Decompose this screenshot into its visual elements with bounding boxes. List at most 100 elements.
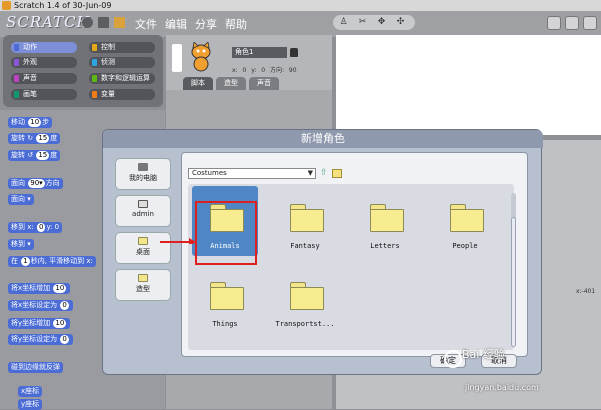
new-sprite-dialog: 新增角色 我的电脑 admin 桌面 造型 Costumes ▼ ⇧ Anima…: [102, 129, 543, 375]
menu-help[interactable]: 帮助: [225, 16, 247, 32]
path-dropdown[interactable]: Costumes ▼: [188, 168, 316, 179]
folder-label: Things: [212, 320, 238, 328]
block-change-x[interactable]: 将x坐标增加 10: [8, 283, 71, 294]
sprite-cat-icon: [191, 42, 211, 72]
folder-transportation[interactable]: Transportst...: [272, 264, 338, 334]
block-move[interactable]: 移动 10 步: [8, 117, 53, 128]
sprite-toolbar: ♙ ✂ ✥ ✣: [333, 15, 415, 30]
category-label: 变量: [101, 90, 115, 98]
category-pen[interactable]: 画笔: [11, 89, 77, 100]
scratch-app-icon: [2, 1, 11, 10]
chevron-down-icon: ▼: [307, 169, 313, 177]
folder-label: Transportst...: [275, 320, 335, 328]
file-scrollbar[interactable]: [511, 193, 516, 347]
block-x-position[interactable]: x座标: [18, 386, 43, 397]
new-folder-icon[interactable]: [332, 169, 342, 178]
share-icon[interactable]: [114, 17, 125, 28]
menu-edit[interactable]: 编辑: [165, 16, 187, 32]
window-titlebar: Scratch 1.4 of 30-Jun-09: [0, 0, 601, 11]
category-looks[interactable]: 外观: [11, 57, 77, 68]
tab-sounds[interactable]: 声音: [249, 77, 279, 90]
place-label: 我的电脑: [129, 174, 157, 182]
block-glide[interactable]: 在 1 秒内, 平滑移动到 x:: [8, 256, 96, 267]
pen-swatch-icon: [14, 91, 19, 98]
folder-icon: [210, 282, 244, 310]
block-change-y[interactable]: 将y坐标增加 10: [8, 318, 71, 329]
window-title: Scratch 1.4 of 30-Jun-09: [14, 1, 112, 10]
folder-icon: [290, 204, 324, 232]
operators-swatch-icon: [92, 75, 97, 82]
place-label: admin: [132, 210, 154, 218]
block-set-y[interactable]: 将y坐标设定为 0: [8, 334, 73, 345]
folder-icon: [290, 282, 324, 310]
motion-swatch-icon: [14, 44, 19, 51]
category-control[interactable]: 控制: [89, 42, 155, 53]
stage[interactable]: [336, 35, 601, 135]
folder-label: Fantasy: [290, 242, 320, 250]
folder-icon: [370, 204, 404, 232]
tab-costumes[interactable]: 造型: [216, 77, 246, 90]
block-point-towards[interactable]: 面向 ▾: [8, 194, 34, 205]
computer-icon: [138, 163, 148, 171]
baidu-paw-icon: [444, 350, 462, 368]
place-computer[interactable]: 我的电脑: [115, 158, 171, 190]
highlight-box: [195, 201, 257, 265]
sprite-name-field[interactable]: 角色1: [232, 47, 287, 58]
home-icon: [138, 200, 148, 208]
category-variables[interactable]: 变量: [89, 89, 155, 100]
folder-fantasy[interactable]: Fantasy: [272, 186, 338, 256]
category-sound[interactable]: 声音: [11, 73, 77, 84]
category-label: 外观: [23, 58, 37, 66]
watermark-url: jingyan.baidu.com: [465, 383, 539, 392]
block-point-direction[interactable]: 面向 90▾ 方向: [8, 178, 63, 189]
menu-share[interactable]: 分享: [195, 16, 217, 32]
folder-icon: [138, 237, 148, 245]
looks-swatch-icon: [14, 59, 19, 66]
block-set-x[interactable]: 将x坐标设定为 0: [8, 300, 73, 311]
block-y-position[interactable]: y座标: [18, 399, 43, 410]
mouse-xy-readout: x:-401: [576, 288, 596, 295]
block-go-to-xy[interactable]: 移到 x: 0 y: 0: [8, 222, 63, 233]
category-label: 动作: [23, 43, 37, 51]
folder-things[interactable]: Things: [192, 264, 258, 334]
watermark-text: Bai 经验: [462, 348, 505, 361]
stamp-icon[interactable]: ♙: [338, 17, 349, 28]
sprite-coords: x: 0 y: 0 方向: 90: [232, 67, 297, 74]
scissors-icon[interactable]: ✂: [357, 17, 368, 28]
block-go-to[interactable]: 移到 ▾: [8, 239, 34, 250]
sound-swatch-icon: [14, 75, 19, 82]
control-swatch-icon: [92, 44, 97, 51]
sensing-swatch-icon: [92, 59, 97, 66]
block-turn-right[interactable]: 旋转 ↻ 15 度: [8, 133, 61, 144]
menu-file[interactable]: 文件: [135, 16, 157, 32]
globe-icon[interactable]: [82, 17, 93, 28]
shrink-icon[interactable]: ✣: [395, 17, 406, 28]
up-folder-icon[interactable]: ⇧: [320, 168, 329, 178]
category-sensing[interactable]: 侦测: [89, 57, 155, 68]
scratch-logo: SCRATCH: [6, 13, 91, 31]
folder-label: People: [452, 242, 478, 250]
red-arrow-icon: [160, 238, 196, 244]
grow-icon[interactable]: ✥: [376, 17, 387, 28]
category-motion[interactable]: 动作: [11, 42, 77, 53]
category-operators[interactable]: 数字和逻辑运算: [89, 73, 155, 84]
block-turn-left[interactable]: 旋转 ↺ 15 度: [8, 150, 61, 161]
folder-icon: [138, 274, 148, 282]
scrollbar-thumb[interactable]: [511, 217, 516, 347]
category-label: 控制: [101, 43, 115, 51]
small-stage-icon[interactable]: [547, 16, 561, 30]
category-label: 数字和逻辑运算: [101, 74, 150, 82]
rotation-style-buttons[interactable]: [172, 44, 182, 72]
place-admin[interactable]: admin: [115, 195, 171, 227]
folder-letters[interactable]: Letters: [352, 186, 418, 256]
block-bounce[interactable]: 碰到边缘就反弹: [8, 362, 63, 373]
path-value: Costumes: [192, 169, 227, 177]
tab-scripts[interactable]: 脚本: [183, 77, 213, 90]
save-icon[interactable]: [98, 17, 109, 28]
folder-people[interactable]: People: [432, 186, 498, 256]
presentation-mode-icon[interactable]: [583, 16, 597, 30]
place-costumes[interactable]: 造型: [115, 269, 171, 301]
normal-stage-icon[interactable]: [565, 16, 579, 30]
lock-icon[interactable]: [290, 48, 298, 57]
folder-icon: [450, 204, 484, 232]
